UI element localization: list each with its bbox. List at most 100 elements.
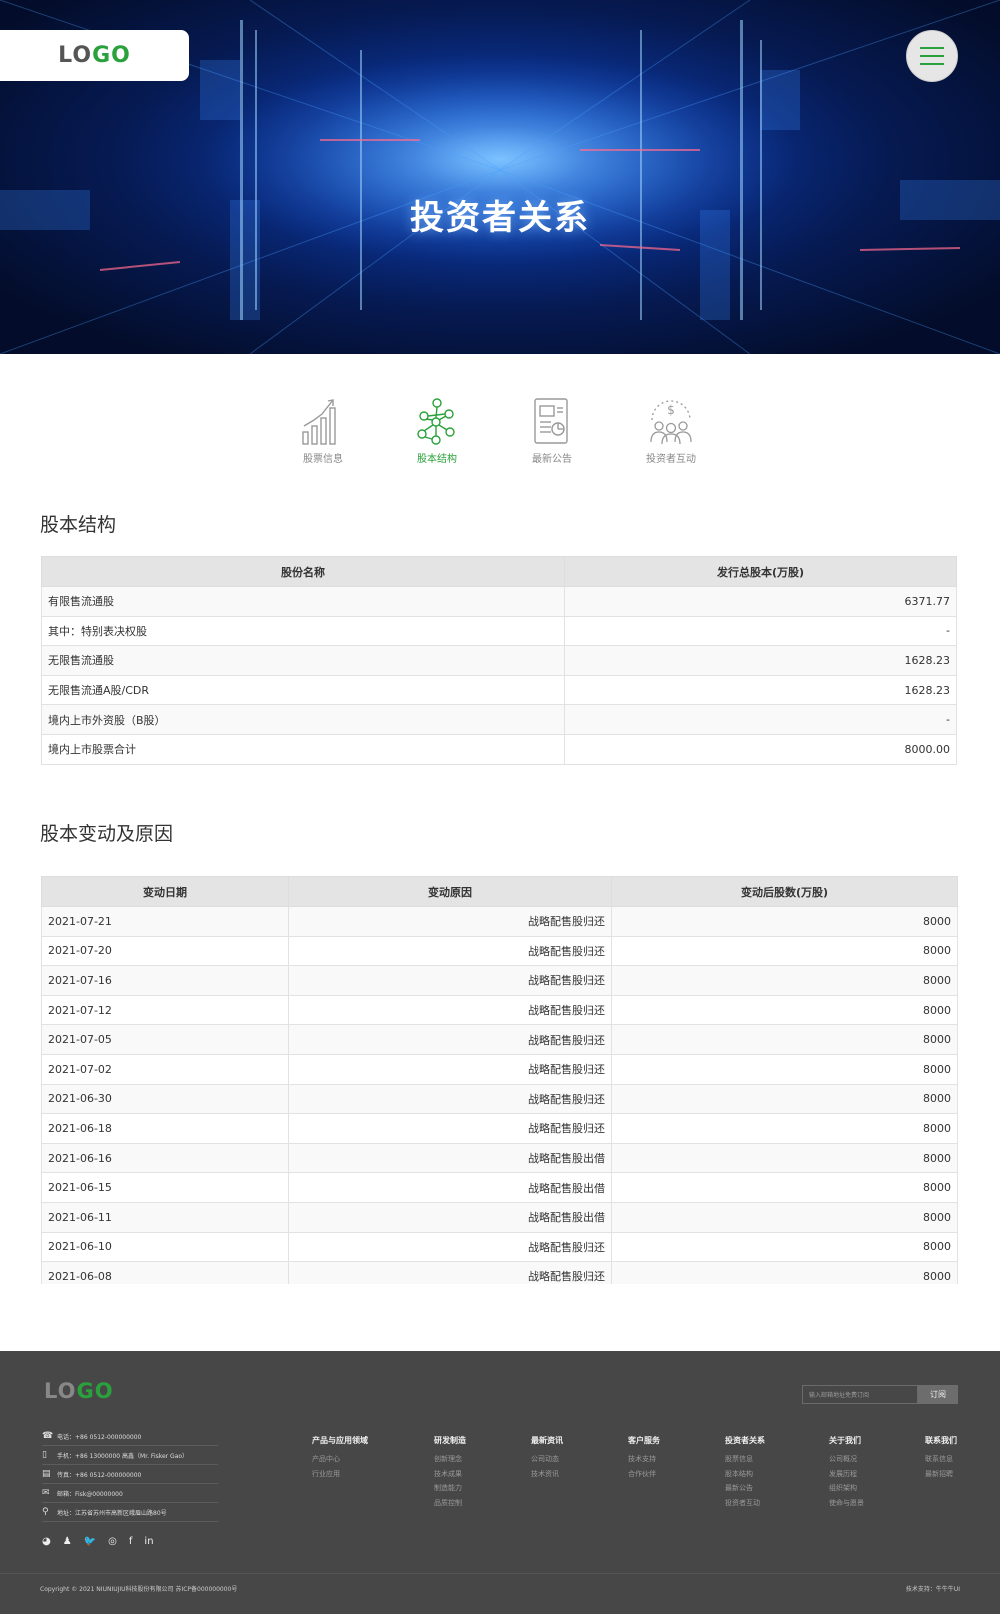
footer-link[interactable]: 创新理念 bbox=[434, 1454, 466, 1469]
table-row: 2021-07-21 战略配售股归还 8000 bbox=[41, 906, 958, 937]
footer-link[interactable]: 组织架构 bbox=[829, 1483, 864, 1498]
table-row: 2021-07-05 战略配售股归还 8000 bbox=[41, 1024, 958, 1055]
shares-after-cell: 8000 bbox=[611, 1024, 958, 1055]
footer-column: 投资者关系股票信息 股本结构 最新公告 投资者互动 bbox=[725, 1435, 765, 1513]
contact-email: ✉ 邮箱：Fisk@00000000 bbox=[42, 1484, 218, 1503]
table-row: 2021-07-16 战略配售股归还 8000 bbox=[41, 965, 958, 996]
col-header-shares-after: 变动后股数(万股) bbox=[611, 876, 958, 907]
change-reason-cell: 战略配售股归还 bbox=[288, 906, 612, 937]
change-date-cell: 2021-06-08 bbox=[41, 1261, 289, 1284]
change-date-cell: 2021-06-16 bbox=[41, 1142, 289, 1174]
footer-column-title[interactable]: 客户服务 bbox=[628, 1435, 660, 1446]
footer-link[interactable]: 公司概况 bbox=[829, 1454, 864, 1469]
linkedin-icon[interactable]: in bbox=[144, 1536, 153, 1547]
footer-link[interactable]: 技术支持 bbox=[628, 1454, 660, 1469]
footer-link[interactable]: 公司动态 bbox=[531, 1454, 563, 1469]
change-reason-cell: 战略配售股出借 bbox=[288, 1142, 612, 1174]
footer-link[interactable]: 最新招聘 bbox=[925, 1469, 957, 1484]
table-row: 2021-06-15 战略配售股出借 8000 bbox=[41, 1172, 958, 1203]
footer-link[interactable]: 发展历程 bbox=[829, 1469, 864, 1484]
subscribe-button[interactable]: 订阅 bbox=[918, 1385, 958, 1404]
footer-column: 最新资讯公司动态 技术资讯 bbox=[531, 1435, 563, 1483]
table-row: 2021-06-08 战略配售股归还 8000 bbox=[41, 1261, 958, 1284]
change-reason-cell: 战略配售股归还 bbox=[288, 1231, 612, 1263]
share-changes-table: 变动日期 变动原因 变动后股数(万股) 2021-07-21 战略配售股归还 800… bbox=[41, 876, 958, 1284]
change-reason-cell: 战略配售股出借 bbox=[288, 1172, 612, 1203]
change-date-cell: 2021-07-21 bbox=[41, 906, 289, 937]
wechat-icon[interactable]: ◕ bbox=[42, 1536, 51, 1547]
shares-after-cell: 8000 bbox=[611, 1083, 958, 1115]
facebook-icon[interactable]: f bbox=[129, 1536, 133, 1547]
change-reason-cell: 战略配售股归还 bbox=[288, 1024, 612, 1055]
contact-text: 传真：+86 0512-000000000 bbox=[57, 1471, 142, 1479]
change-date-cell: 2021-07-05 bbox=[41, 1024, 289, 1055]
change-reason-cell: 战略配售股出借 bbox=[288, 1201, 612, 1233]
change-reason-cell: 战略配售股归还 bbox=[288, 935, 612, 967]
table-row: 2021-06-10 战略配售股归还 8000 bbox=[41, 1231, 958, 1263]
footer-column-title[interactable]: 研发制造 bbox=[434, 1435, 466, 1446]
change-date-cell: 2021-07-02 bbox=[41, 1053, 289, 1085]
footer-link[interactable]: 品质控制 bbox=[434, 1498, 466, 1513]
change-reason-cell: 战略配售股归还 bbox=[288, 1053, 612, 1085]
footer-link[interactable]: 股本结构 bbox=[725, 1469, 765, 1484]
footer-logo-lo: LO bbox=[44, 1379, 77, 1403]
table-row: 2021-07-02 战略配售股归还 8000 bbox=[41, 1053, 958, 1085]
shares-after-cell: 8000 bbox=[611, 1231, 958, 1263]
change-reason-cell: 战略配售股归还 bbox=[288, 1083, 612, 1115]
footer: LOGO 输入邮箱地址免费订阅 订阅 ☎ 电话：+86 0512-00000000… bbox=[0, 1351, 1000, 1614]
qq-icon[interactable]: ♟ bbox=[63, 1536, 72, 1547]
footer-link[interactable]: 投资者互动 bbox=[725, 1498, 765, 1513]
shares-after-cell: 8000 bbox=[611, 1142, 958, 1174]
contact-address: ⚲ 地址：江苏省苏州市高新区峨眉山路80号 bbox=[42, 1503, 218, 1522]
shares-after-cell: 8000 bbox=[611, 1113, 958, 1144]
shares-after-cell: 8000 bbox=[611, 1201, 958, 1233]
copyright-text: Copyright © 2021 NIUNIUJIU科技股份有限公司 苏ICP备… bbox=[40, 1586, 238, 1593]
fax-icon: ▤ bbox=[42, 1469, 51, 1479]
col-header-change-date: 变动日期 bbox=[41, 876, 289, 907]
footer-link[interactable]: 合作伙伴 bbox=[628, 1469, 660, 1484]
footer-link[interactable]: 联系信息 bbox=[925, 1454, 957, 1469]
footer-column-title[interactable]: 关于我们 bbox=[829, 1435, 864, 1446]
contact-text: 地址：江苏省苏州市高新区峨眉山路80号 bbox=[57, 1509, 167, 1517]
social-links: ◕ ♟ 🐦 ◎ f in bbox=[42, 1536, 154, 1547]
change-date-cell: 2021-06-30 bbox=[41, 1083, 289, 1115]
change-reason-cell: 战略配售股归还 bbox=[288, 1113, 612, 1144]
footer-link[interactable]: 产品中心 bbox=[312, 1454, 368, 1469]
footer-link[interactable]: 技术资讯 bbox=[531, 1469, 563, 1484]
contact-text: 邮箱：Fisk@00000000 bbox=[57, 1490, 123, 1498]
tech-support-text: 技术支持：牛牛牛UI bbox=[905, 1586, 960, 1593]
col-header-change-reason: 变动原因 bbox=[288, 876, 612, 907]
footer-link[interactable]: 最新公告 bbox=[725, 1483, 765, 1498]
footer-column-title[interactable]: 产品与应用领域 bbox=[312, 1435, 368, 1446]
change-date-cell: 2021-07-12 bbox=[41, 994, 289, 1026]
footer-column-title[interactable]: 联系我们 bbox=[925, 1435, 957, 1446]
footer-column-title[interactable]: 投资者关系 bbox=[725, 1435, 765, 1446]
table-row: 2021-06-30 战略配售股归还 8000 bbox=[41, 1083, 958, 1115]
footer-link[interactable]: 制造能力 bbox=[434, 1483, 466, 1498]
twitter-icon[interactable]: 🐦 bbox=[84, 1536, 96, 1547]
phone-icon: ☎ bbox=[42, 1431, 54, 1441]
contact-text: 手机：+86 13000000 高鑫（Mr. Fisker Gao） bbox=[57, 1452, 189, 1460]
shares-after-cell: 8000 bbox=[611, 1261, 958, 1284]
footer-link[interactable]: 股票信息 bbox=[725, 1454, 765, 1469]
footer-logo-go: GO bbox=[76, 1379, 114, 1403]
table-row: 2021-06-18 战略配售股归还 8000 bbox=[41, 1113, 958, 1144]
footer-column: 产品与应用领域产品中心 行业应用 bbox=[312, 1435, 368, 1483]
footer-link[interactable]: 使命与愿景 bbox=[829, 1498, 864, 1513]
footer-link[interactable]: 技术成果 bbox=[434, 1469, 466, 1484]
table-row: 2021-06-16 战略配售股出借 8000 bbox=[41, 1142, 958, 1174]
change-date-cell: 2021-07-16 bbox=[41, 965, 289, 996]
shares-after-cell: 8000 bbox=[611, 935, 958, 967]
location-icon: ⚲ bbox=[42, 1507, 49, 1517]
contact-mobile: ▯ 手机：+86 13000000 高鑫（Mr. Fisker Gao） bbox=[42, 1446, 218, 1465]
change-date-cell: 2021-06-11 bbox=[41, 1201, 289, 1233]
footer-link[interactable]: 行业应用 bbox=[312, 1469, 368, 1484]
subscribe-email-input[interactable]: 输入邮箱地址免费订阅 bbox=[802, 1385, 918, 1404]
footer-column-title[interactable]: 最新资讯 bbox=[531, 1435, 563, 1446]
instagram-icon[interactable]: ◎ bbox=[108, 1536, 117, 1547]
footer-column: 研发制造创新理念 技术成果 制造能力 品质控制 bbox=[434, 1435, 466, 1513]
change-reason-cell: 战略配售股归还 bbox=[288, 994, 612, 1026]
shares-after-cell: 8000 bbox=[611, 994, 958, 1026]
footer-logo[interactable]: LOGO bbox=[44, 1379, 114, 1403]
contact-fax: ▤ 传真：+86 0512-000000000 bbox=[42, 1465, 218, 1484]
